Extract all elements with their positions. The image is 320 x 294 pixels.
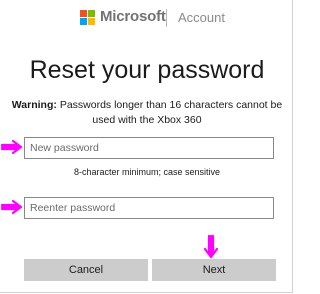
annotation-arrow-right-icon <box>0 199 23 215</box>
logo-red-square <box>80 10 87 17</box>
header-divider <box>166 9 167 27</box>
password-hint: 8-character minimum; case sensitive <box>73 167 221 177</box>
new-password-input[interactable] <box>24 137 274 159</box>
annotation-arrow-down-icon <box>203 234 219 259</box>
reenter-password-input[interactable] <box>24 197 274 219</box>
brand-name: Microsoft <box>100 8 166 25</box>
warning-label: Warning: <box>11 99 57 111</box>
logo-blue-square <box>80 18 87 25</box>
warning-message: Warning: Passwords longer than 16 charac… <box>10 98 284 128</box>
microsoft-logo-icon <box>80 10 95 25</box>
page-title: Reset your password <box>29 56 265 84</box>
logo-yellow-square <box>88 18 95 25</box>
logo-green-square <box>88 10 95 17</box>
header: Microsoft Account <box>0 7 294 29</box>
cancel-button[interactable]: Cancel <box>24 259 148 281</box>
annotation-arrow-right-icon <box>0 139 23 155</box>
warning-text: Passwords longer than 16 characters cann… <box>59 99 283 126</box>
section-name: Account <box>178 10 225 25</box>
next-button[interactable]: Next <box>152 259 276 281</box>
